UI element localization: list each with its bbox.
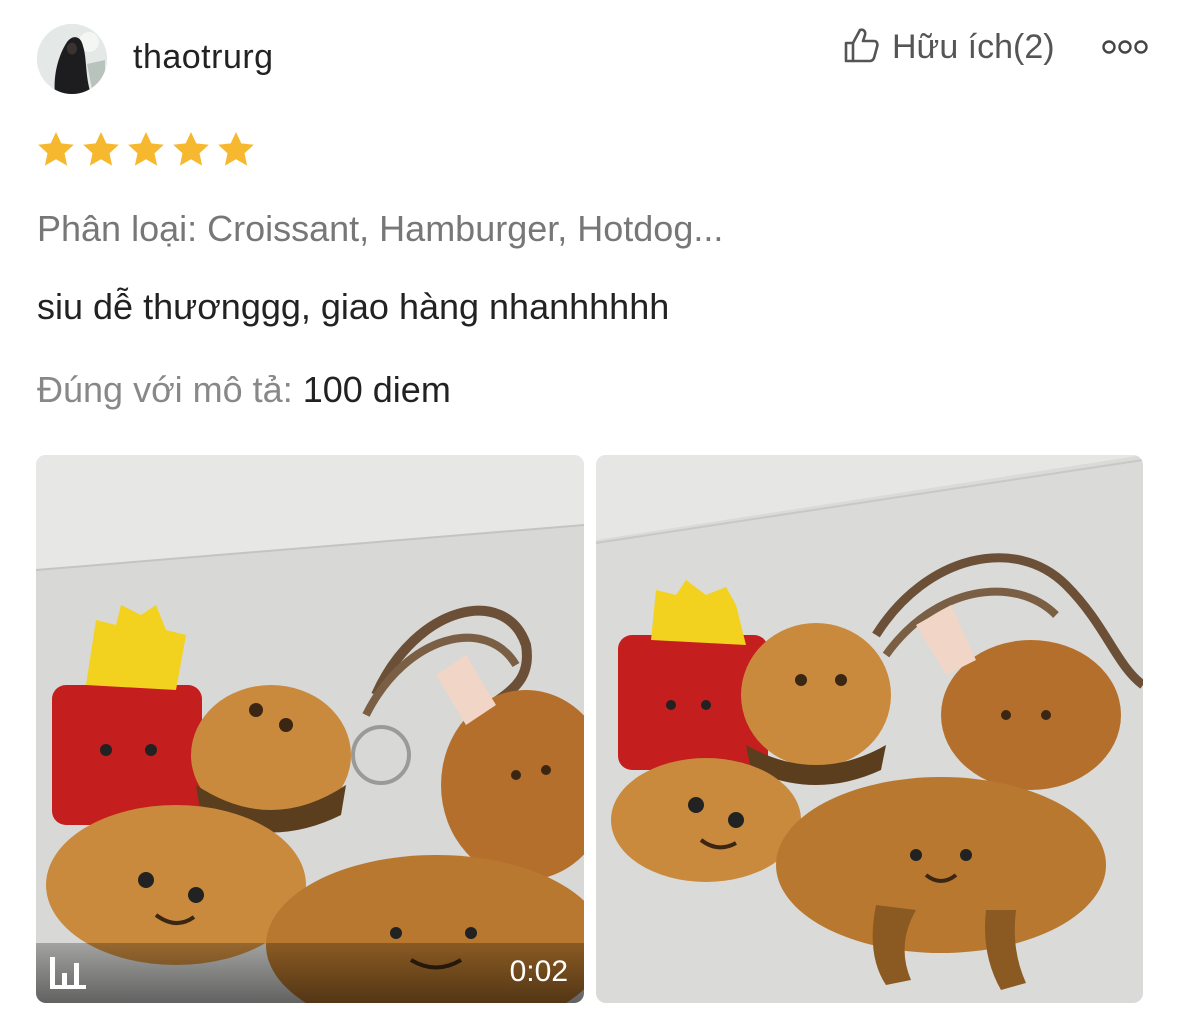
review-image[interactable] [596,455,1143,1003]
video-thumbnail [36,455,584,1003]
video-bars-icon [48,955,88,991]
star-icon [173,132,209,166]
attribute-row: Đúng với mô tả: 100 diem [37,369,451,411]
helpful-button[interactable]: Hữu ích(2) [842,26,1055,69]
review-photo [596,455,1143,1003]
video-overlay [36,943,584,1003]
star-icon [38,132,74,166]
more-dots-icon[interactable] [1100,36,1150,58]
avatar[interactable] [37,24,107,94]
attribute-label: Đúng với mô tả: [37,369,293,410]
star-icon [218,132,254,166]
helpful-label: Hữu ích(2) [892,28,1055,66]
rating-stars [36,130,261,170]
review-comment: siu dễ thươnggg, giao hàng nhanhhhhh [37,286,670,327]
review-video[interactable]: 0:02 [36,455,584,1003]
star-icon [128,132,164,166]
variation-text: Phân loại: Croissant, Hamburger, Hotdog.… [37,208,724,249]
username[interactable]: thaotrurg [133,38,274,77]
attribute-value: 100 diem [292,369,451,410]
star-icon [83,132,119,166]
video-duration: 0:02 [509,955,568,988]
thumbs-up-icon [842,26,880,69]
